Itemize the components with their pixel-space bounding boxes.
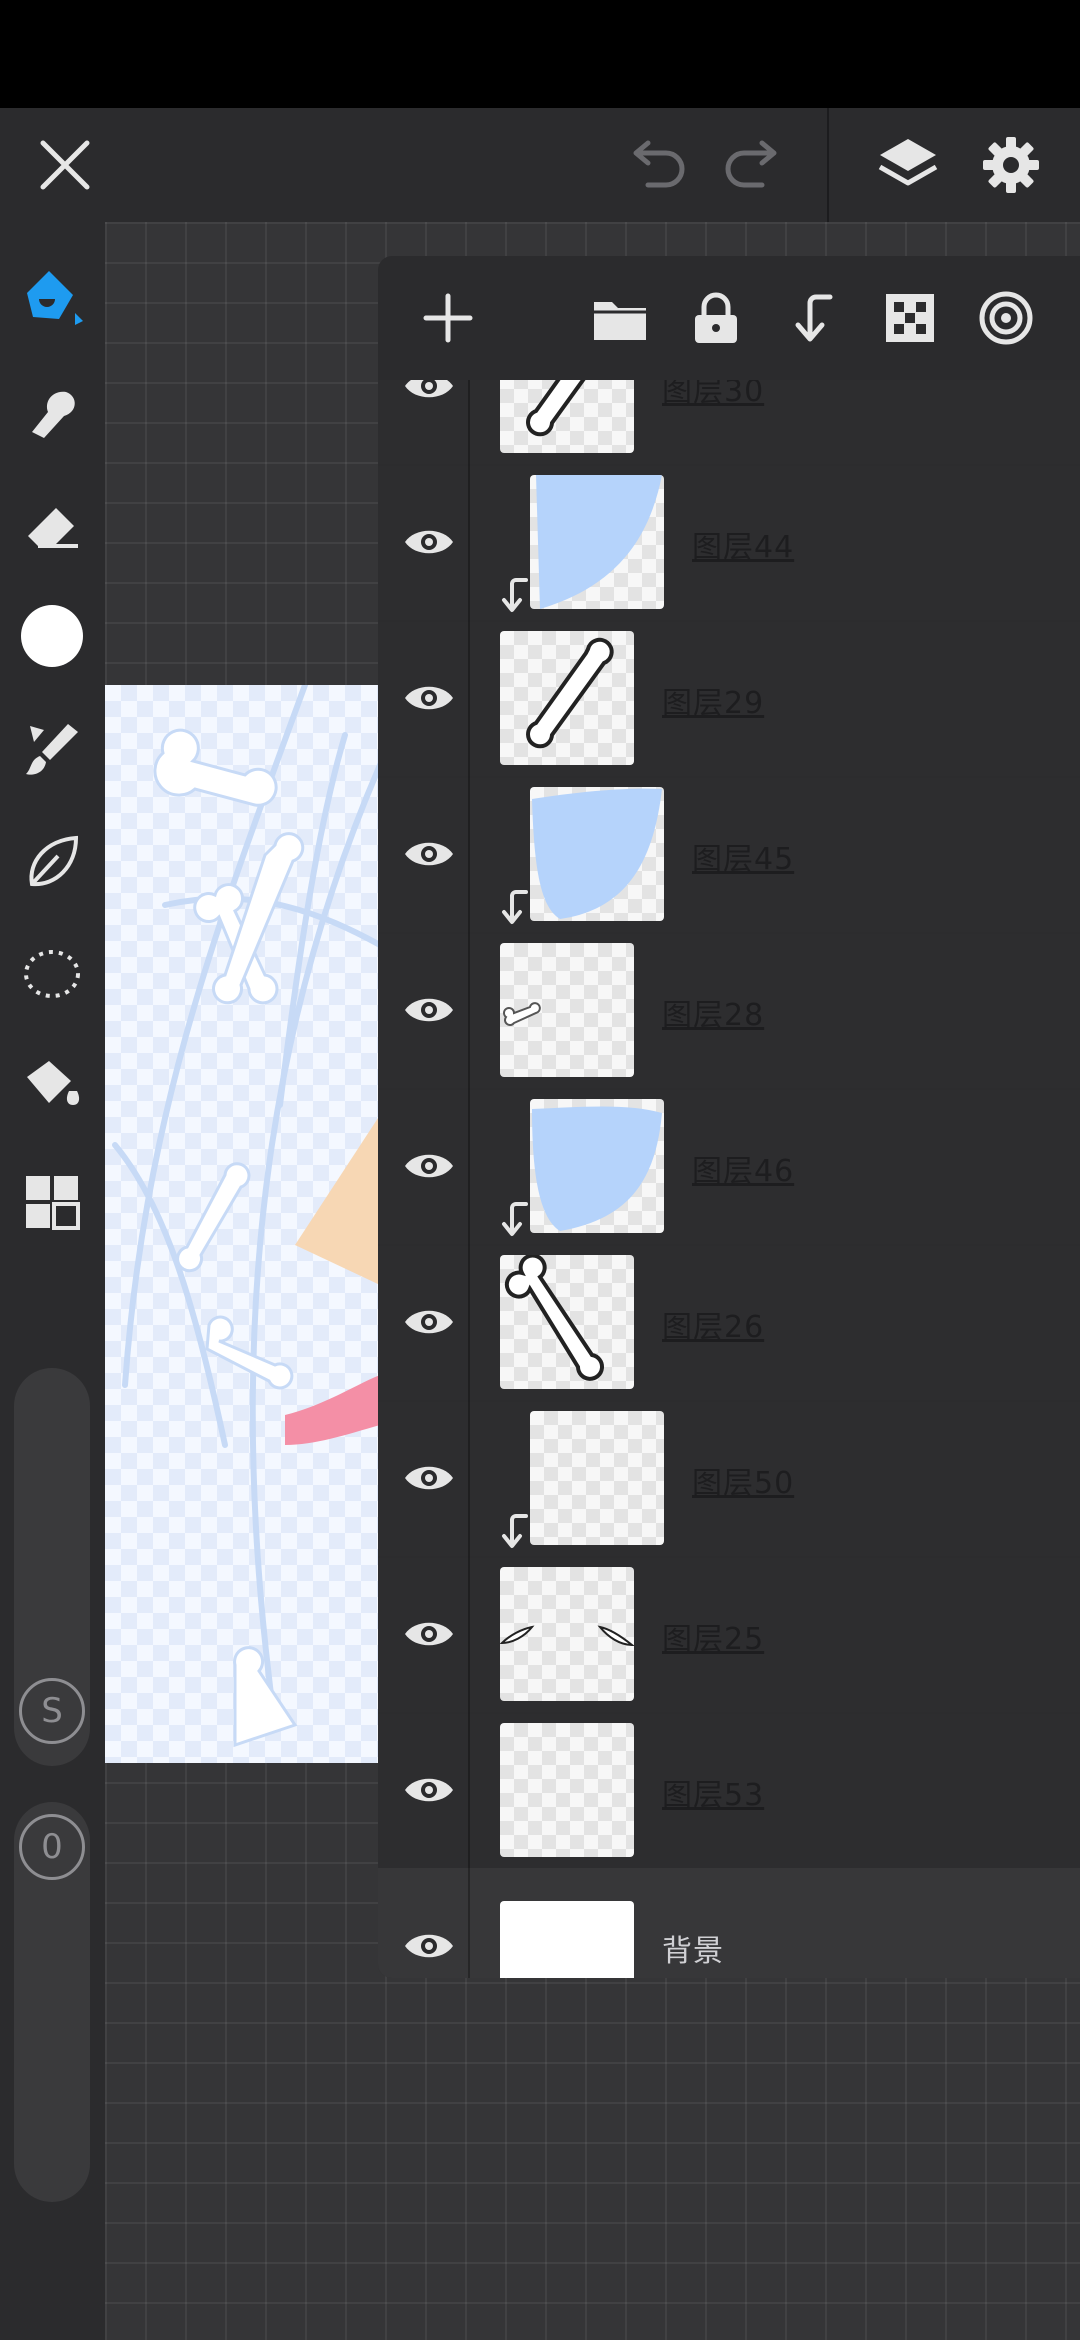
redo-icon[interactable] <box>716 130 790 200</box>
eye-icon[interactable] <box>394 1755 464 1825</box>
eye-icon[interactable] <box>394 1911 464 1978</box>
clipping-mask-arrow-icon <box>496 576 530 616</box>
status-bar <box>0 0 1080 108</box>
eraser-icon[interactable] <box>14 488 90 564</box>
row-divider <box>468 464 470 620</box>
target-icon[interactable] <box>970 282 1042 354</box>
undo-icon[interactable] <box>620 130 694 200</box>
row-divider <box>468 776 470 932</box>
layer-name: 图层26 <box>662 1310 765 1345</box>
layer-thumbnail[interactable] <box>530 1411 664 1545</box>
layers-panel: 图层30 图层44 图层29 图层45 图层28 图层46 图层26 图层50 图层25 图层53… <box>378 256 1080 1978</box>
blend-brush-icon[interactable] <box>14 712 90 788</box>
grid-menu-icon[interactable] <box>14 1164 90 1240</box>
layer-thumbnail[interactable] <box>500 1567 634 1701</box>
toolbar-divider <box>827 108 829 222</box>
leaf-icon[interactable] <box>14 824 90 900</box>
layer-thumbnail[interactable] <box>530 475 664 609</box>
size-slider-knob[interactable]: S <box>19 1678 85 1744</box>
opacity-slider[interactable]: 0 <box>14 1802 90 2202</box>
layer-thumbnail[interactable] <box>500 631 634 765</box>
layer-row[interactable]: 图层53 <box>378 1712 1080 1870</box>
layer-row[interactable]: 背景 <box>378 1868 1080 1978</box>
clipping-mask-arrow-icon <box>496 1512 530 1552</box>
layer-thumbnail[interactable] <box>500 1255 634 1389</box>
row-divider <box>468 620 470 776</box>
layer-thumbnail[interactable] <box>530 787 664 921</box>
layer-thumbnail[interactable] <box>500 1723 634 1857</box>
opacity-slider-knob[interactable]: 0 <box>19 1814 85 1880</box>
layers-icon[interactable] <box>868 126 948 204</box>
smudge-icon[interactable] <box>14 374 90 450</box>
fill-bucket-icon[interactable] <box>14 1048 90 1124</box>
layer-name: 背景 <box>662 1934 724 1969</box>
brush-pen-icon[interactable] <box>14 258 90 334</box>
layer-row[interactable]: 图层28 <box>378 932 1080 1090</box>
layer-thumbnail[interactable] <box>530 1099 664 1233</box>
layer-row[interactable]: 图层26 <box>378 1244 1080 1402</box>
layer-thumbnail[interactable] <box>500 380 634 453</box>
layer-row[interactable]: 图层29 <box>378 620 1080 778</box>
eye-icon[interactable] <box>394 1131 464 1201</box>
eye-icon[interactable] <box>394 1287 464 1357</box>
close-icon[interactable] <box>28 128 102 202</box>
layer-name: 图层29 <box>662 686 765 721</box>
layer-row[interactable]: 图层45 <box>378 776 1080 934</box>
layer-row[interactable]: 图层25 <box>378 1556 1080 1714</box>
layer-name: 图层53 <box>662 1778 765 1813</box>
row-divider <box>468 1868 470 1978</box>
row-divider <box>468 1088 470 1244</box>
layer-name: 图层50 <box>692 1466 795 1501</box>
lock-icon[interactable] <box>680 282 752 354</box>
row-divider <box>468 932 470 1088</box>
layer-row[interactable]: 图层46 <box>378 1088 1080 1246</box>
eye-icon[interactable] <box>394 1443 464 1513</box>
eye-icon[interactable] <box>394 663 464 733</box>
layer-name: 图层45 <box>692 842 795 877</box>
folder-icon[interactable] <box>584 282 656 354</box>
layer-row[interactable]: 图层50 <box>378 1400 1080 1558</box>
layer-name: 图层46 <box>692 1154 795 1189</box>
brush-size-slider[interactable]: S <box>14 1368 90 1766</box>
color-circle-icon[interactable] <box>14 598 90 674</box>
row-divider <box>468 1712 470 1868</box>
clipping-mask-arrow-icon <box>496 1200 530 1240</box>
lasso-selection-icon[interactable] <box>14 936 90 1012</box>
gear-icon[interactable] <box>972 126 1050 204</box>
layers-panel-header <box>378 256 1080 380</box>
layer-thumbnail[interactable] <box>500 943 634 1077</box>
top-toolbar <box>0 108 1080 222</box>
eye-icon[interactable] <box>394 1599 464 1669</box>
add-icon[interactable] <box>412 282 484 354</box>
alpha-lock-icon[interactable] <box>874 282 946 354</box>
row-divider <box>468 1244 470 1400</box>
clip-down-icon[interactable] <box>778 282 850 354</box>
layer-row[interactable]: 图层30 <box>378 380 1080 466</box>
layer-name: 图层28 <box>662 998 765 1033</box>
layer-name: 图层44 <box>692 530 795 565</box>
row-divider <box>468 1400 470 1556</box>
layer-name: 图层30 <box>662 380 765 409</box>
eye-icon[interactable] <box>394 819 464 889</box>
row-divider <box>468 380 470 464</box>
layer-list[interactable]: 图层30 图层44 图层29 图层45 图层28 图层46 图层26 图层50 图层25 图层53… <box>378 380 1080 1978</box>
artwork-preview[interactable] <box>105 685 380 1763</box>
size-slider-label: S <box>41 1691 63 1731</box>
eye-icon[interactable] <box>394 380 464 421</box>
eye-icon[interactable] <box>394 507 464 577</box>
layer-name: 图层25 <box>662 1622 765 1657</box>
row-divider <box>468 1556 470 1712</box>
eye-icon[interactable] <box>394 975 464 1045</box>
layer-thumbnail[interactable] <box>500 1901 634 1978</box>
layer-row[interactable]: 图层44 <box>378 464 1080 622</box>
clipping-mask-arrow-icon <box>496 888 530 928</box>
left-toolbar: S 0 <box>0 222 105 2340</box>
opacity-slider-label: 0 <box>41 1827 63 1867</box>
